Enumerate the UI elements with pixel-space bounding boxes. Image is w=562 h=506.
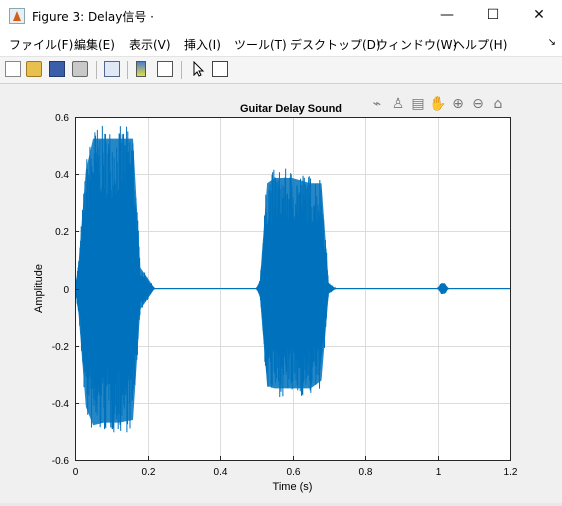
y-axis-label: Amplitude	[33, 264, 45, 313]
y-tick-label: 0.2	[55, 227, 69, 238]
x-tick-label: 0.8	[359, 467, 373, 478]
x-tick-label: 0.2	[142, 467, 156, 478]
zoom-out-icon[interactable]: ⊖	[469, 95, 487, 113]
y-tick-label: 0.4	[55, 170, 69, 181]
x-axis-label: Time (s)	[273, 481, 313, 493]
export-icon[interactable]: ⌁	[368, 95, 386, 113]
y-tick-label: -0.4	[52, 399, 70, 410]
y-tick-label: -0.6	[52, 456, 70, 467]
zoom-in-icon[interactable]: ⊕	[449, 95, 467, 113]
brush-icon[interactable]: ♙	[389, 95, 407, 113]
x-tick-label: 1	[436, 467, 442, 478]
x-tick-label: 0	[73, 467, 79, 478]
chart-title: Guitar Delay Sound	[240, 103, 342, 115]
y-tick-label: 0	[63, 285, 69, 296]
data-tips-icon[interactable]: ▤	[409, 95, 427, 113]
plot-svg: 0 0.2 0.4 0.6 0.8 1 1.2-0.6-0.4-0.200.20.40.6 …	[33, 103, 518, 493]
y-tick-label: -0.2	[52, 342, 70, 353]
x-tick-label: 0.4	[214, 467, 228, 478]
y-tick-label: 0.6	[55, 113, 69, 124]
pan-icon[interactable]: ✋	[429, 95, 447, 113]
x-tick-label: 1.2	[504, 467, 518, 478]
home-icon[interactable]: ⌂	[489, 95, 507, 113]
x-tick-label: 0.6	[287, 467, 301, 478]
